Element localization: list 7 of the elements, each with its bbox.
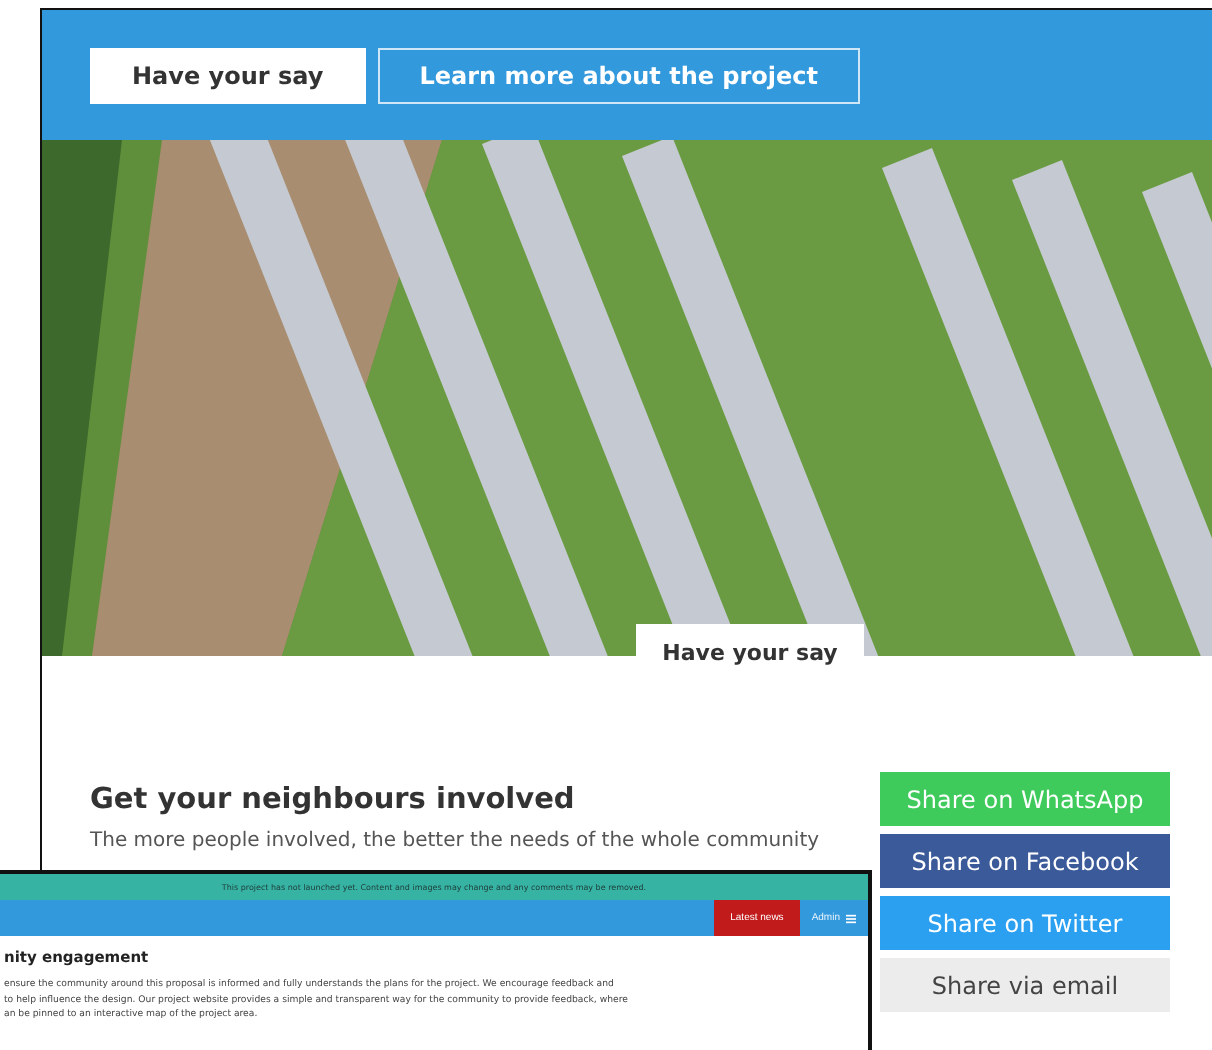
share-button[interactable]: Share on Facebook	[880, 834, 1170, 888]
section-heading: Get your neighbours involved	[90, 784, 577, 816]
section-text: The more people involved, the better the needs of the whole community	[90, 828, 820, 856]
header-button[interactable]: Have your say	[90, 47, 366, 103]
menu-icon	[846, 913, 856, 923]
header-button[interactable]: Learn more about the project	[377, 47, 861, 103]
share-button[interactable]: Share via email	[880, 958, 1170, 1012]
